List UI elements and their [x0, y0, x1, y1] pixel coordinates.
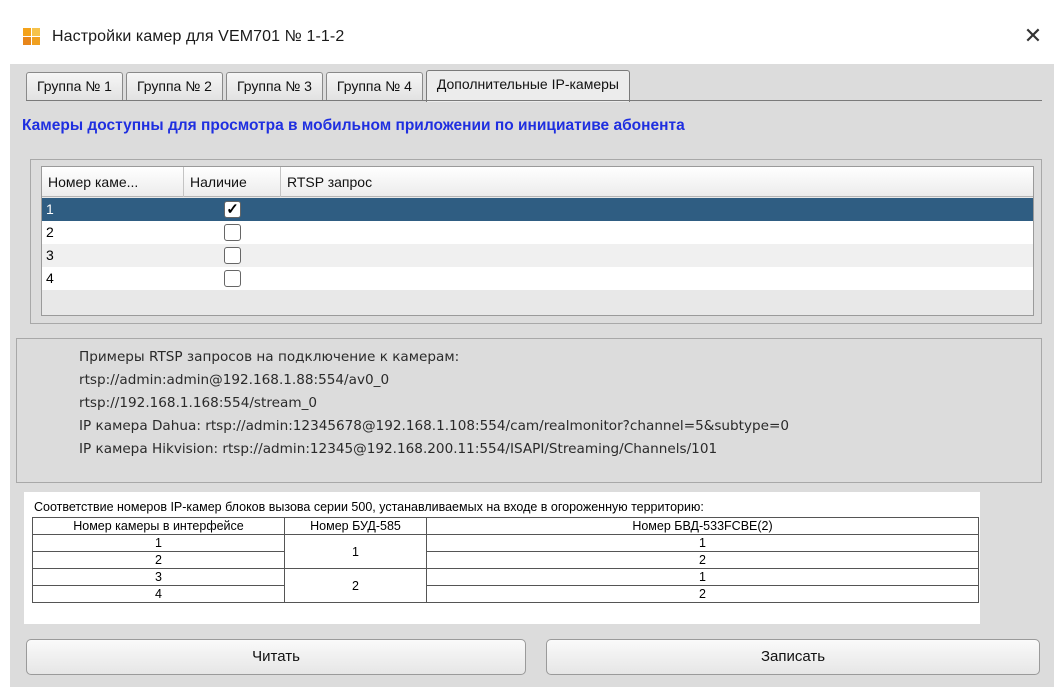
- table-cell: 1: [426, 534, 979, 552]
- dialog-client-area: Группа № 1 Группа № 2 Группа № 3 Группа …: [10, 64, 1054, 687]
- camera-number: 3: [46, 247, 54, 263]
- table-row: 3 2 1: [32, 568, 979, 603]
- column-header-present[interactable]: Наличие: [184, 167, 281, 197]
- presence-checkbox[interactable]: [224, 224, 241, 241]
- column-header-rtsp[interactable]: RTSP запрос: [281, 167, 1033, 197]
- examples-heading: Примеры RTSP запросов на подключение к к…: [79, 349, 460, 365]
- tab-group-4[interactable]: Группа № 4: [325, 72, 423, 100]
- header-cell: Номер БУД-585: [284, 517, 427, 535]
- column-header-number[interactable]: Номер каме...: [42, 167, 184, 197]
- tab-group-1[interactable]: Группа № 1: [26, 72, 123, 100]
- app-icon: [23, 28, 41, 46]
- table-row[interactable]: 1 ✓: [42, 198, 1033, 221]
- tab-additional-ip-cameras[interactable]: Дополнительные IP-камеры: [425, 70, 630, 102]
- rtsp-examples-panel: Примеры RTSP запросов на подключение к к…: [16, 338, 1042, 483]
- table-cell: 2: [426, 551, 979, 569]
- table-cell: 2: [284, 568, 427, 603]
- table-row: 4 2: [32, 585, 979, 603]
- window-title: Настройки камер для VEM701 № 1-1-2: [52, 28, 345, 45]
- presence-checkbox[interactable]: [224, 247, 241, 264]
- section-title: Камеры доступны для просмотра в мобильно…: [22, 117, 685, 134]
- table-row[interactable]: 2: [42, 221, 1033, 244]
- table-cell: 1: [32, 534, 285, 552]
- example-line: rtsp://admin:admin@192.168.1.88:554/av0_…: [79, 372, 390, 388]
- table-cell: 2: [426, 585, 979, 603]
- table-cell: 2: [32, 551, 285, 569]
- table-cell: 1: [284, 534, 427, 569]
- read-button[interactable]: Читать: [26, 639, 526, 675]
- tab-group-3[interactable]: Группа № 3: [225, 72, 323, 100]
- compatibility-table: Номер камеры в интерфейсе Номер БУД-585 …: [32, 517, 979, 603]
- close-icon[interactable]: ✕: [1018, 22, 1048, 50]
- camera-table-header: Номер каме... Наличие RTSP запрос: [42, 167, 1033, 197]
- camera-number: 4: [46, 270, 54, 286]
- table-row[interactable]: 4: [42, 267, 1033, 290]
- camera-table: Номер каме... Наличие RTSP запрос 1 ✓ 2 …: [41, 166, 1034, 316]
- example-line: IP камера Dahua: rtsp://admin:12345678@1…: [79, 418, 790, 434]
- table-row[interactable]: 3: [42, 244, 1033, 267]
- table-row: 1 1 1: [32, 534, 979, 569]
- tab-strip: Группа № 1 Группа № 2 Группа № 3 Группа …: [26, 70, 633, 102]
- example-line: rtsp://192.168.1.168:554/stream_0: [79, 395, 318, 411]
- presence-checkbox[interactable]: [224, 270, 241, 287]
- camera-number: 2: [46, 224, 54, 240]
- presence-checkbox[interactable]: ✓: [224, 201, 241, 218]
- header-cell: Номер камеры в интерфейсе: [32, 517, 285, 535]
- tab-group-2[interactable]: Группа № 2: [125, 72, 223, 100]
- compatibility-caption: Соответствие номеров IP-камер блоков выз…: [34, 500, 704, 514]
- camera-number: 1: [46, 201, 54, 217]
- table-row: 2 2: [32, 551, 979, 569]
- header-cell: Номер БВД-533FCBE(2): [426, 517, 979, 535]
- table-cell: 1: [426, 568, 979, 586]
- camera-panel: Номер каме... Наличие RTSP запрос 1 ✓ 2 …: [30, 159, 1042, 324]
- compatibility-info: Соответствие номеров IP-камер блоков выз…: [24, 492, 980, 624]
- table-header-row: Номер камеры в интерфейсе Номер БУД-585 …: [32, 517, 979, 535]
- table-cell: 3: [32, 568, 285, 586]
- example-line: IP камера Hikvision: rtsp://admin:12345@…: [79, 441, 718, 457]
- tab-underline: [26, 100, 1042, 101]
- write-button[interactable]: Записать: [546, 639, 1040, 675]
- tab-bar: Группа № 1 Группа № 2 Группа № 3 Группа …: [10, 64, 1044, 116]
- window-titlebar: Настройки камер для VEM701 № 1-1-2 ✕: [0, 0, 1054, 64]
- table-cell: 4: [32, 585, 285, 603]
